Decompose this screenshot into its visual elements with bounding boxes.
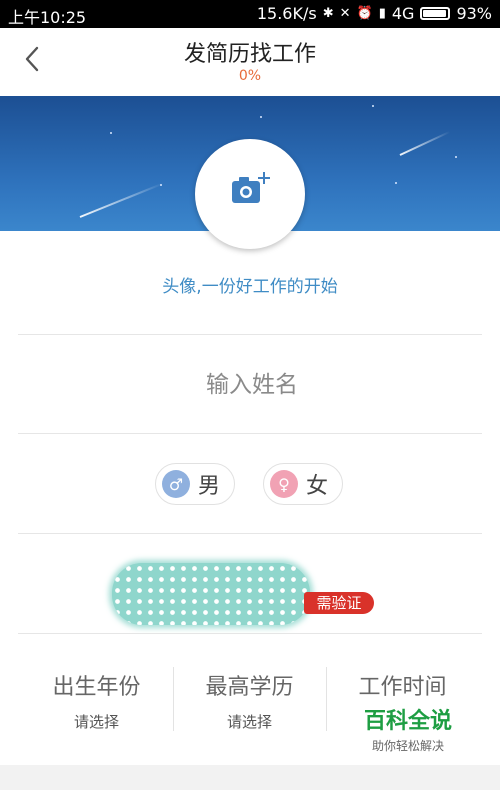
watermark-subtitle: 助你轻松解决	[371, 739, 444, 753]
name-input[interactable]	[100, 360, 404, 410]
page-title: 发简历找工作	[183, 42, 316, 67]
gender-female-button[interactable]: ♀ 女	[263, 463, 343, 505]
watermark: 百科全说 助你轻松解决	[348, 703, 468, 765]
divider	[18, 433, 482, 434]
verify-badge: 需验证	[304, 592, 374, 614]
header: 发简历找工作 0%	[0, 28, 500, 96]
birth-year-title: 出生年份	[52, 675, 141, 700]
avatar-upload-button[interactable]	[195, 139, 305, 249]
gender-female-label: 女	[306, 474, 329, 499]
star	[395, 182, 397, 184]
status-time: 上午10:25	[8, 8, 87, 27]
meteor	[79, 182, 164, 218]
gender-male-label: 男	[198, 474, 221, 499]
star	[455, 156, 457, 158]
gender-male-button[interactable]: ♂ 男	[155, 463, 235, 505]
female-icon: ♀	[270, 470, 298, 498]
status-bar: 上午10:25 15.6K/s ✱ ✕ ⏰ ▮ 4G 93%	[0, 0, 500, 28]
status-icons: 15.6K/s ✱ ✕ ⏰ ▮ 4G 93%	[257, 4, 492, 23]
network-type: 4G	[391, 4, 415, 23]
avatar-caption: 头像,一份好工作的开始	[162, 277, 338, 297]
camera-add-icon	[232, 172, 270, 203]
star	[260, 116, 262, 118]
education-selector[interactable]: 最高学历 请选择	[173, 665, 326, 735]
battery-icon	[420, 7, 451, 20]
education-value: 请选择	[226, 713, 272, 731]
birth-year-value: 请选择	[73, 713, 119, 731]
signal-icon: ▮	[378, 6, 386, 21]
star	[372, 105, 374, 107]
birth-year-selector[interactable]: 出生年份 请选择	[20, 665, 173, 735]
meteor	[399, 130, 451, 156]
divider	[18, 633, 482, 634]
alarm-icon: ⏰	[356, 6, 373, 21]
bluetooth-icon: ✱	[322, 6, 334, 21]
star	[110, 132, 112, 134]
mute-icon: ✕	[339, 6, 351, 21]
watermark-title: 百科全说	[363, 709, 452, 734]
divider	[18, 334, 482, 335]
work-time-title: 工作时间	[358, 675, 447, 700]
divider	[18, 533, 482, 534]
phone-number-field[interactable]	[112, 563, 310, 625]
battery-level: 93%	[456, 4, 492, 23]
network-speed: 15.6K/s	[256, 4, 317, 23]
male-icon: ♂	[162, 470, 190, 498]
education-title: 最高学历	[205, 675, 294, 700]
progress-percent: 0%	[238, 68, 262, 84]
